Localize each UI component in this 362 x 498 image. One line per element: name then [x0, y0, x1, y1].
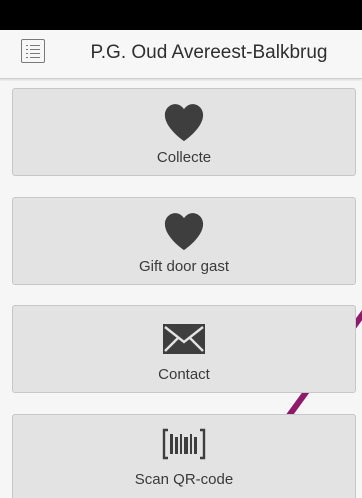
- status-bar: [0, 0, 362, 30]
- contact-label: Contact: [158, 366, 210, 383]
- page-title: P.G. Oud Avereest-Balkbrug: [90, 42, 328, 63]
- scan-qr-code-label: Scan QR-code: [134, 471, 234, 488]
- collecte-button[interactable]: Collecte: [12, 88, 356, 176]
- envelope-icon: [13, 316, 355, 362]
- gift-door-gast-label: Gift door gast: [138, 258, 230, 275]
- menu-button[interactable]: [21, 39, 45, 63]
- heart-icon: [13, 99, 355, 145]
- app-screen: P.G. Oud Avereest-Balkbrug Collecte Gift…: [0, 0, 362, 498]
- collecte-label: Collecte: [156, 149, 212, 166]
- gift-door-gast-button[interactable]: Gift door gast: [12, 197, 356, 285]
- barcode-icon: [13, 421, 355, 467]
- heart-icon: [13, 208, 355, 254]
- app-header: P.G. Oud Avereest-Balkbrug: [0, 30, 362, 79]
- scan-qr-code-button[interactable]: Scan QR-code: [12, 414, 356, 498]
- contact-button[interactable]: Contact: [12, 305, 356, 393]
